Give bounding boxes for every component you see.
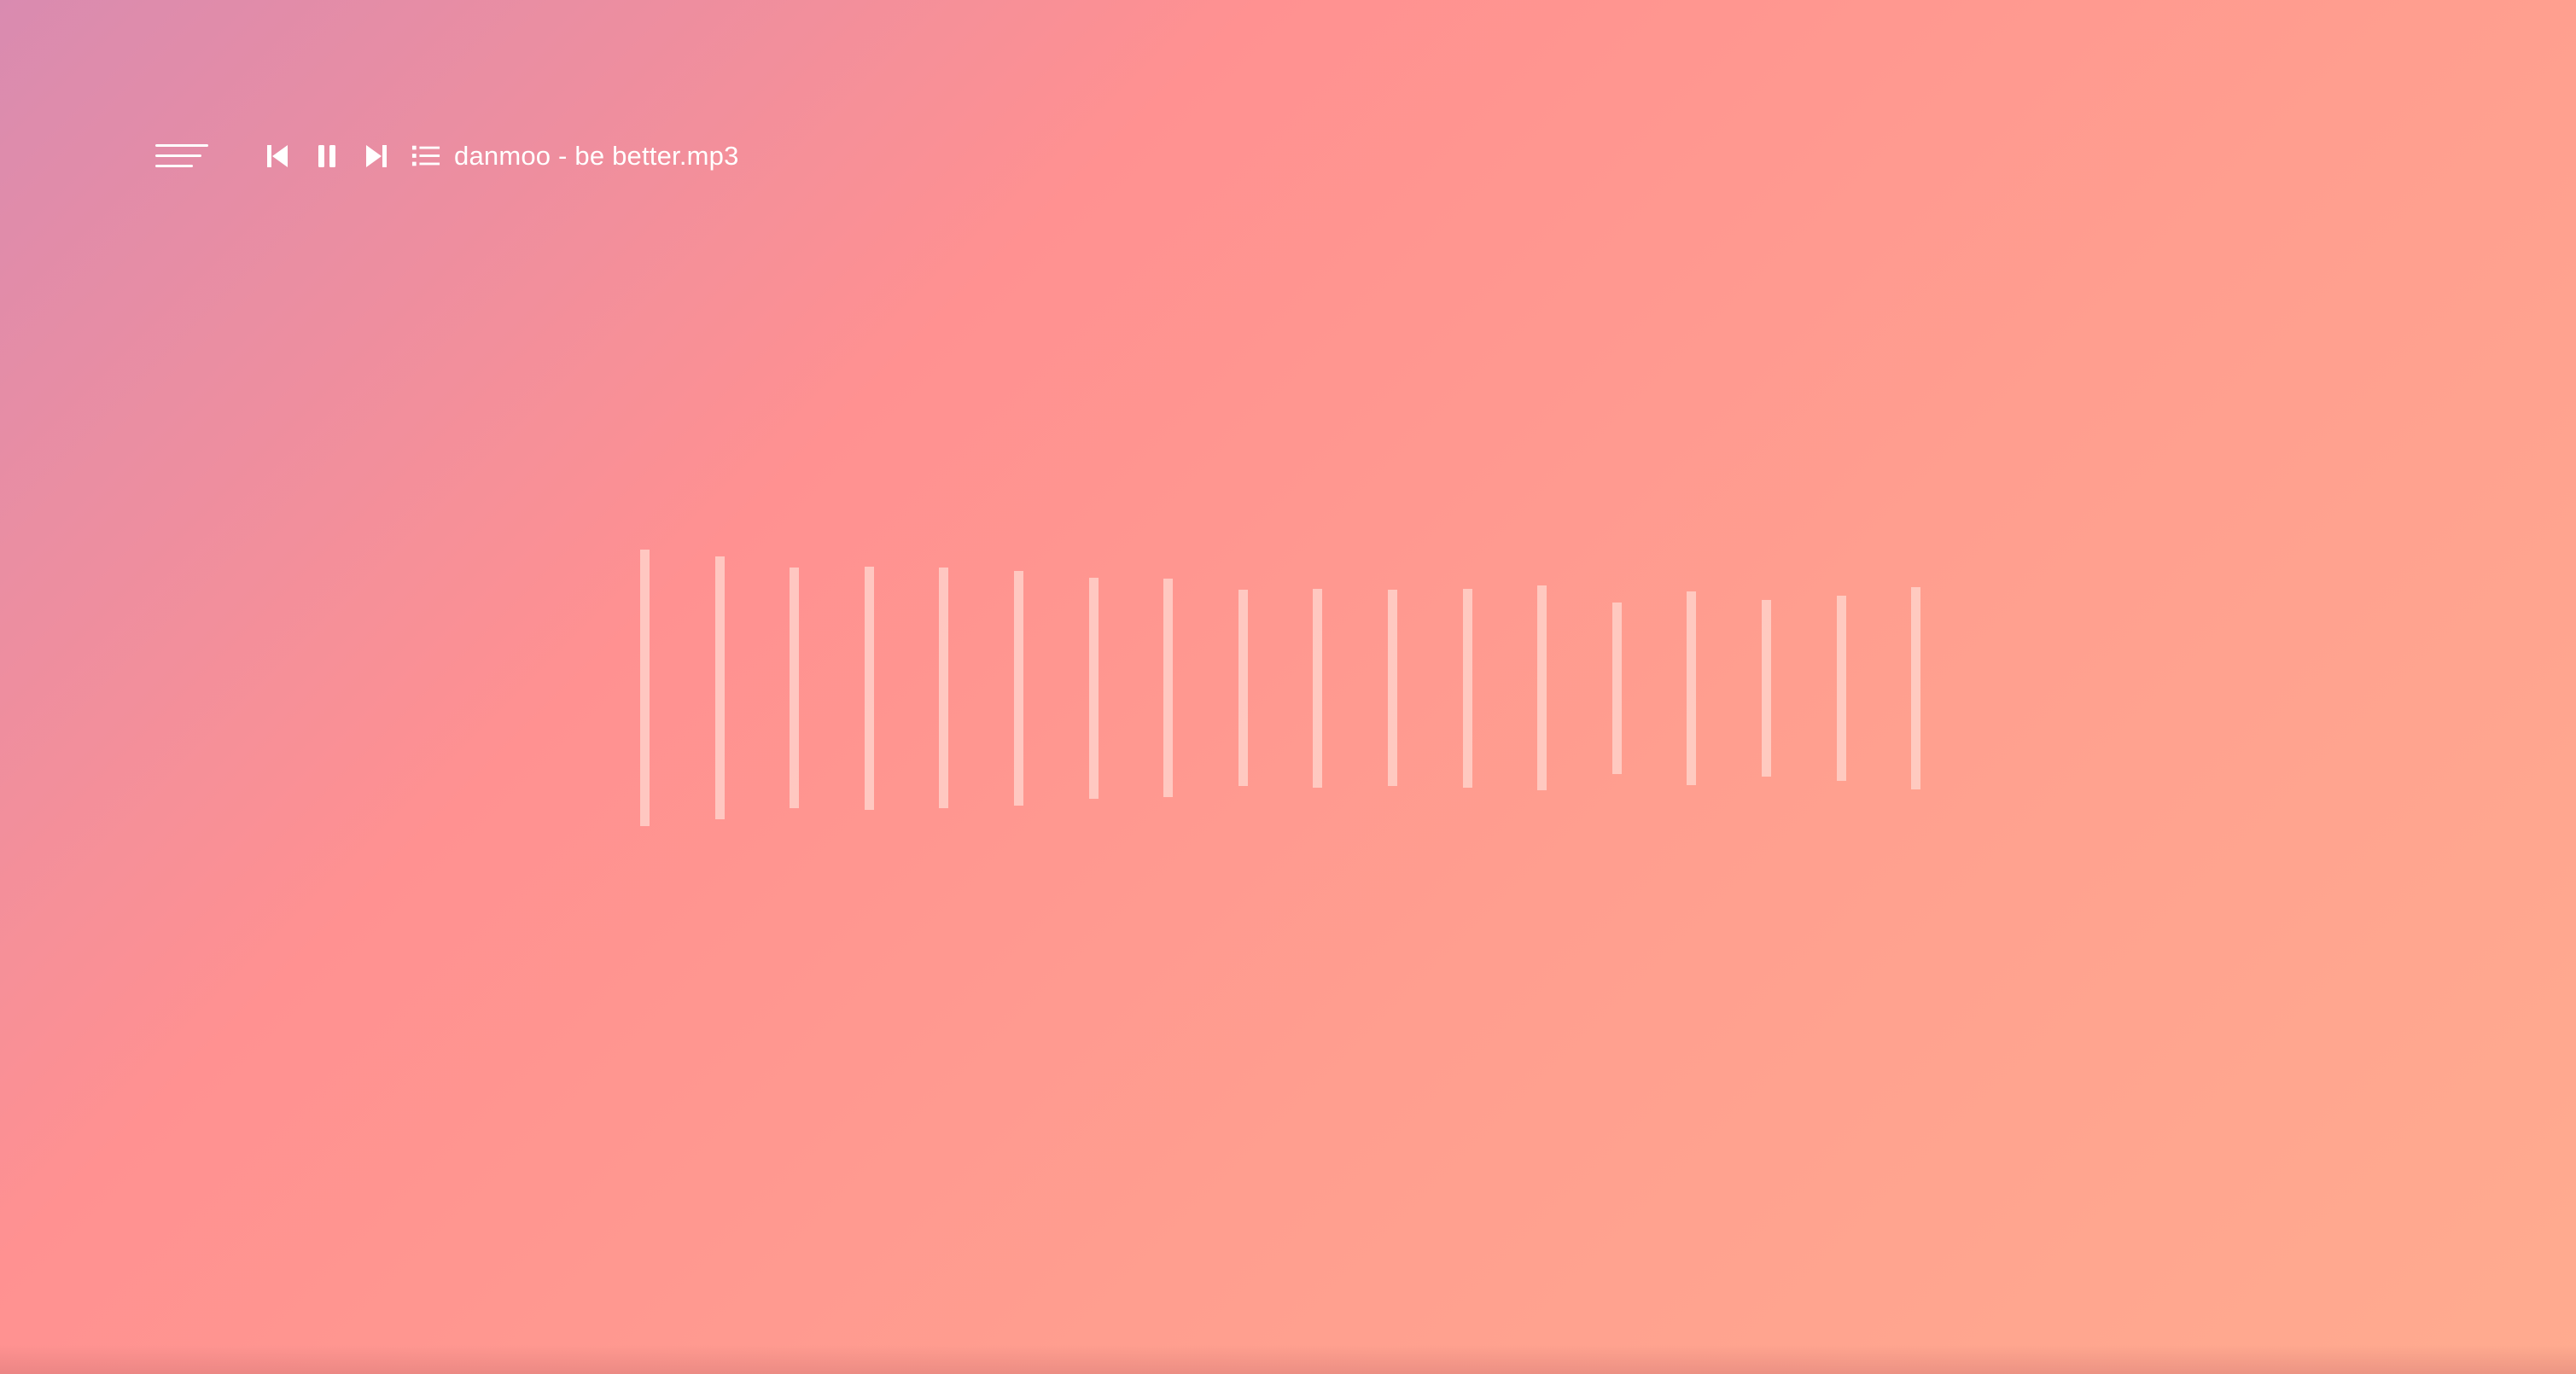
visualizer-bar: [1537, 585, 1547, 790]
pause-icon: [318, 145, 335, 167]
visualizer-bar: [1612, 603, 1622, 774]
player-toolbar: danmoo - be better.mp3: [155, 133, 739, 179]
visualizer-bar: [1687, 591, 1696, 785]
playback-controls: [263, 142, 461, 171]
visualizer-bar: [1837, 596, 1846, 781]
visualizer-bar: [640, 550, 650, 826]
playlist-button[interactable]: [411, 142, 440, 171]
bottom-shade: [0, 1345, 2576, 1374]
menu-icon[interactable]: [155, 139, 208, 173]
visualizer-bar: [1238, 590, 1248, 786]
track-title: danmoo - be better.mp3: [454, 141, 739, 171]
menu-line: [155, 144, 208, 147]
previous-track-button[interactable]: [263, 142, 292, 171]
next-track-button[interactable]: [362, 142, 391, 171]
visualizer-bar: [1089, 578, 1099, 799]
skip-next-icon: [366, 145, 387, 167]
visualizer-bar: [790, 568, 799, 808]
visualizer-bar: [1911, 587, 1920, 789]
visualizer-bar: [1313, 589, 1322, 788]
visualizer-bar: [865, 567, 874, 810]
pause-button[interactable]: [312, 142, 341, 171]
visualizer-bar: [1463, 589, 1472, 788]
visualizer-bar: [939, 568, 948, 808]
visualizer-bar: [1762, 600, 1771, 777]
visualizer-bar: [1163, 579, 1173, 797]
playlist-icon: [411, 145, 440, 166]
skip-previous-icon: [267, 145, 288, 167]
menu-line: [155, 165, 193, 167]
visualizer-bar: [1014, 571, 1023, 806]
visualizer-bar: [1388, 590, 1397, 786]
menu-line: [155, 154, 201, 157]
audio-visualizer: [0, 0, 2576, 1374]
visualizer-bar: [715, 556, 725, 819]
